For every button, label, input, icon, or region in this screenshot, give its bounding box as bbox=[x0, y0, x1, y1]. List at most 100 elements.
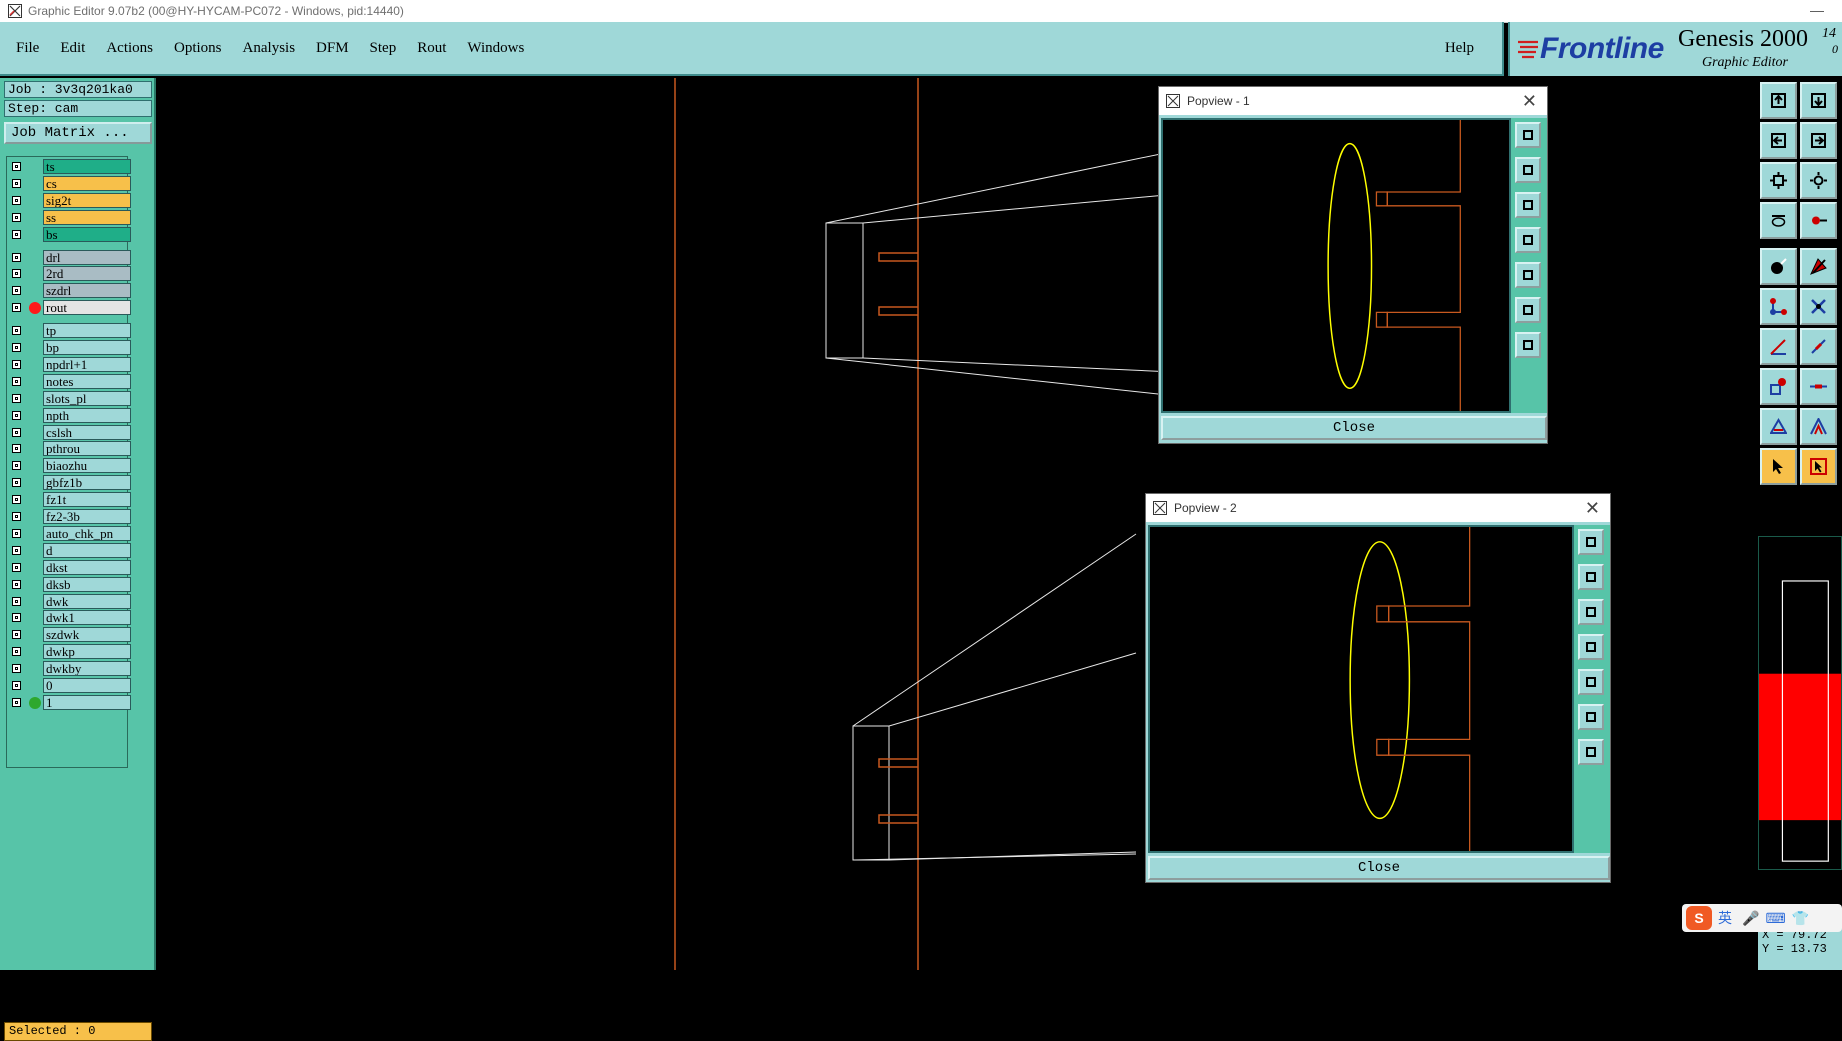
layer-name[interactable]: dwkby bbox=[43, 661, 131, 677]
layer-row[interactable]: npth bbox=[7, 407, 131, 423]
layer-row[interactable]: dkst bbox=[7, 559, 131, 575]
measure-icon[interactable] bbox=[1760, 202, 1797, 239]
layer-row[interactable]: sig2t bbox=[7, 192, 131, 208]
line-angle-icon[interactable] bbox=[1760, 328, 1797, 365]
layer-row[interactable]: dwk bbox=[7, 593, 131, 609]
layer-row[interactable]: dksb bbox=[7, 576, 131, 592]
popview-1-view[interactable] bbox=[1161, 118, 1511, 413]
layer-row[interactable]: dwkp bbox=[7, 644, 131, 660]
cross-delete-icon[interactable] bbox=[1800, 288, 1837, 325]
pv2-pan-up-button[interactable] bbox=[1578, 564, 1604, 590]
pan-right-icon[interactable] bbox=[1800, 122, 1837, 159]
pv1-pan-down-button[interactable] bbox=[1515, 192, 1541, 218]
layer-name[interactable]: fz2-3b bbox=[43, 509, 131, 524]
pv2-zoom-fit-button[interactable] bbox=[1578, 529, 1604, 555]
layer-row[interactable]: drl bbox=[7, 249, 131, 265]
layer-checkbox[interactable] bbox=[12, 269, 21, 279]
layer-checkbox[interactable] bbox=[12, 478, 21, 488]
layer-checkbox[interactable] bbox=[12, 195, 21, 205]
layer-checkbox[interactable] bbox=[12, 664, 21, 674]
layer-row[interactable]: ss bbox=[7, 209, 131, 225]
layer-row[interactable]: dwk1 bbox=[7, 610, 131, 626]
popview-2-close-icon[interactable]: ✕ bbox=[1585, 494, 1600, 522]
layer-row[interactable]: biaozhu bbox=[7, 458, 131, 474]
popview-2-close-button[interactable]: Close bbox=[1148, 856, 1610, 880]
pan-left-icon[interactable] bbox=[1760, 122, 1797, 159]
layer-checkbox[interactable] bbox=[12, 229, 21, 239]
pv1-pan-up-button[interactable] bbox=[1515, 157, 1541, 183]
job-matrix-button[interactable]: Job Matrix ... bbox=[4, 122, 152, 144]
layer-row[interactable]: pthrou bbox=[7, 441, 131, 457]
popview-1-close-icon[interactable]: ✕ bbox=[1522, 87, 1537, 115]
layer-name[interactable]: 0 bbox=[43, 678, 131, 693]
keyboard-icon[interactable]: ⌨ bbox=[1765, 910, 1785, 927]
pv2-zoom-out-button[interactable] bbox=[1578, 704, 1604, 730]
menu-actions[interactable]: Actions bbox=[106, 40, 153, 57]
layer-checkbox[interactable] bbox=[12, 410, 21, 420]
layer-name[interactable]: rout bbox=[43, 300, 131, 316]
layer-name[interactable]: dwk bbox=[43, 593, 131, 609]
layer-row[interactable]: 1 bbox=[7, 694, 131, 710]
layer-name[interactable]: npdrl+1 bbox=[43, 356, 131, 372]
layer-checkbox[interactable] bbox=[12, 286, 21, 296]
pad-icon[interactable] bbox=[1760, 368, 1797, 405]
microphone-icon[interactable]: 🎤 bbox=[1742, 910, 1759, 927]
layer-checkbox[interactable] bbox=[12, 579, 21, 589]
layer-name[interactable]: biaozhu bbox=[43, 458, 131, 474]
line-slope-icon[interactable] bbox=[1800, 328, 1837, 365]
layer-checkbox[interactable] bbox=[12, 630, 21, 640]
ime-language[interactable]: 英 bbox=[1718, 908, 1732, 928]
layer-name[interactable]: ss bbox=[43, 209, 131, 225]
menu-analysis[interactable]: Analysis bbox=[243, 40, 296, 57]
layer-checkbox[interactable] bbox=[12, 512, 21, 521]
popview-2-view[interactable] bbox=[1148, 525, 1574, 853]
layer-row[interactable]: szdwk bbox=[7, 627, 131, 643]
layer-name[interactable]: fz1t bbox=[43, 492, 131, 508]
pv1-pan-left-button[interactable] bbox=[1515, 227, 1541, 253]
draw-polygon-icon[interactable] bbox=[1800, 248, 1837, 285]
layer-checkbox[interactable] bbox=[12, 681, 21, 690]
layer-row[interactable]: dwkby bbox=[7, 661, 131, 677]
layer-checkbox[interactable] bbox=[12, 178, 21, 188]
layer-name[interactable]: pthrou bbox=[43, 441, 131, 457]
layer-name[interactable]: cslsh bbox=[43, 424, 131, 440]
layer-checkbox[interactable] bbox=[12, 697, 21, 707]
layer-checkbox[interactable] bbox=[12, 343, 21, 352]
layer-name[interactable]: notes bbox=[43, 373, 131, 389]
layer-name[interactable]: 1 bbox=[43, 694, 131, 710]
layer-name[interactable]: npth bbox=[43, 407, 131, 423]
layer-checkbox[interactable] bbox=[12, 162, 21, 171]
triangle-edge-icon[interactable] bbox=[1800, 408, 1837, 445]
layer-name[interactable]: dkst bbox=[43, 559, 131, 575]
zoom-area-icon[interactable] bbox=[1800, 162, 1837, 199]
layer-row[interactable]: gbfz1b bbox=[7, 475, 131, 491]
pv1-zoom-in-button[interactable] bbox=[1515, 332, 1541, 358]
add-feature-icon[interactable] bbox=[1760, 248, 1797, 285]
home-down-icon[interactable] bbox=[1800, 82, 1837, 119]
menu-help[interactable]: Help bbox=[1445, 40, 1474, 57]
layer-row[interactable]: 0 bbox=[7, 678, 131, 693]
popview-1-close-button[interactable]: Close bbox=[1161, 416, 1547, 440]
layer-name[interactable]: 2rd bbox=[43, 266, 131, 282]
layer-name[interactable]: dwkp bbox=[43, 644, 131, 660]
layer-checkbox[interactable] bbox=[12, 376, 21, 386]
layer-row[interactable]: cslsh bbox=[7, 424, 131, 440]
layer-checkbox[interactable] bbox=[12, 359, 21, 369]
select-pointer-icon[interactable] bbox=[1760, 448, 1797, 485]
layer-checkbox[interactable] bbox=[12, 427, 21, 437]
snap-icon[interactable] bbox=[1800, 202, 1837, 239]
layer-name[interactable]: cs bbox=[43, 175, 131, 191]
layer-checkbox[interactable] bbox=[12, 303, 21, 313]
connect-nodes-icon[interactable] bbox=[1760, 288, 1797, 325]
home-up-icon[interactable] bbox=[1760, 82, 1797, 119]
minimap-view[interactable] bbox=[1758, 536, 1842, 870]
layer-checkbox[interactable] bbox=[12, 545, 21, 555]
menu-windows[interactable]: Windows bbox=[467, 40, 524, 57]
layer-row[interactable]: ts bbox=[7, 159, 131, 174]
layer-row[interactable]: auto_chk_pn bbox=[7, 525, 131, 541]
layer-checkbox[interactable] bbox=[12, 562, 21, 572]
menu-dfm[interactable]: DFM bbox=[316, 40, 349, 57]
layer-name[interactable]: bs bbox=[43, 226, 131, 242]
pv1-zoom-out-button[interactable] bbox=[1515, 297, 1541, 323]
pv2-pan-right-button[interactable] bbox=[1578, 669, 1604, 695]
